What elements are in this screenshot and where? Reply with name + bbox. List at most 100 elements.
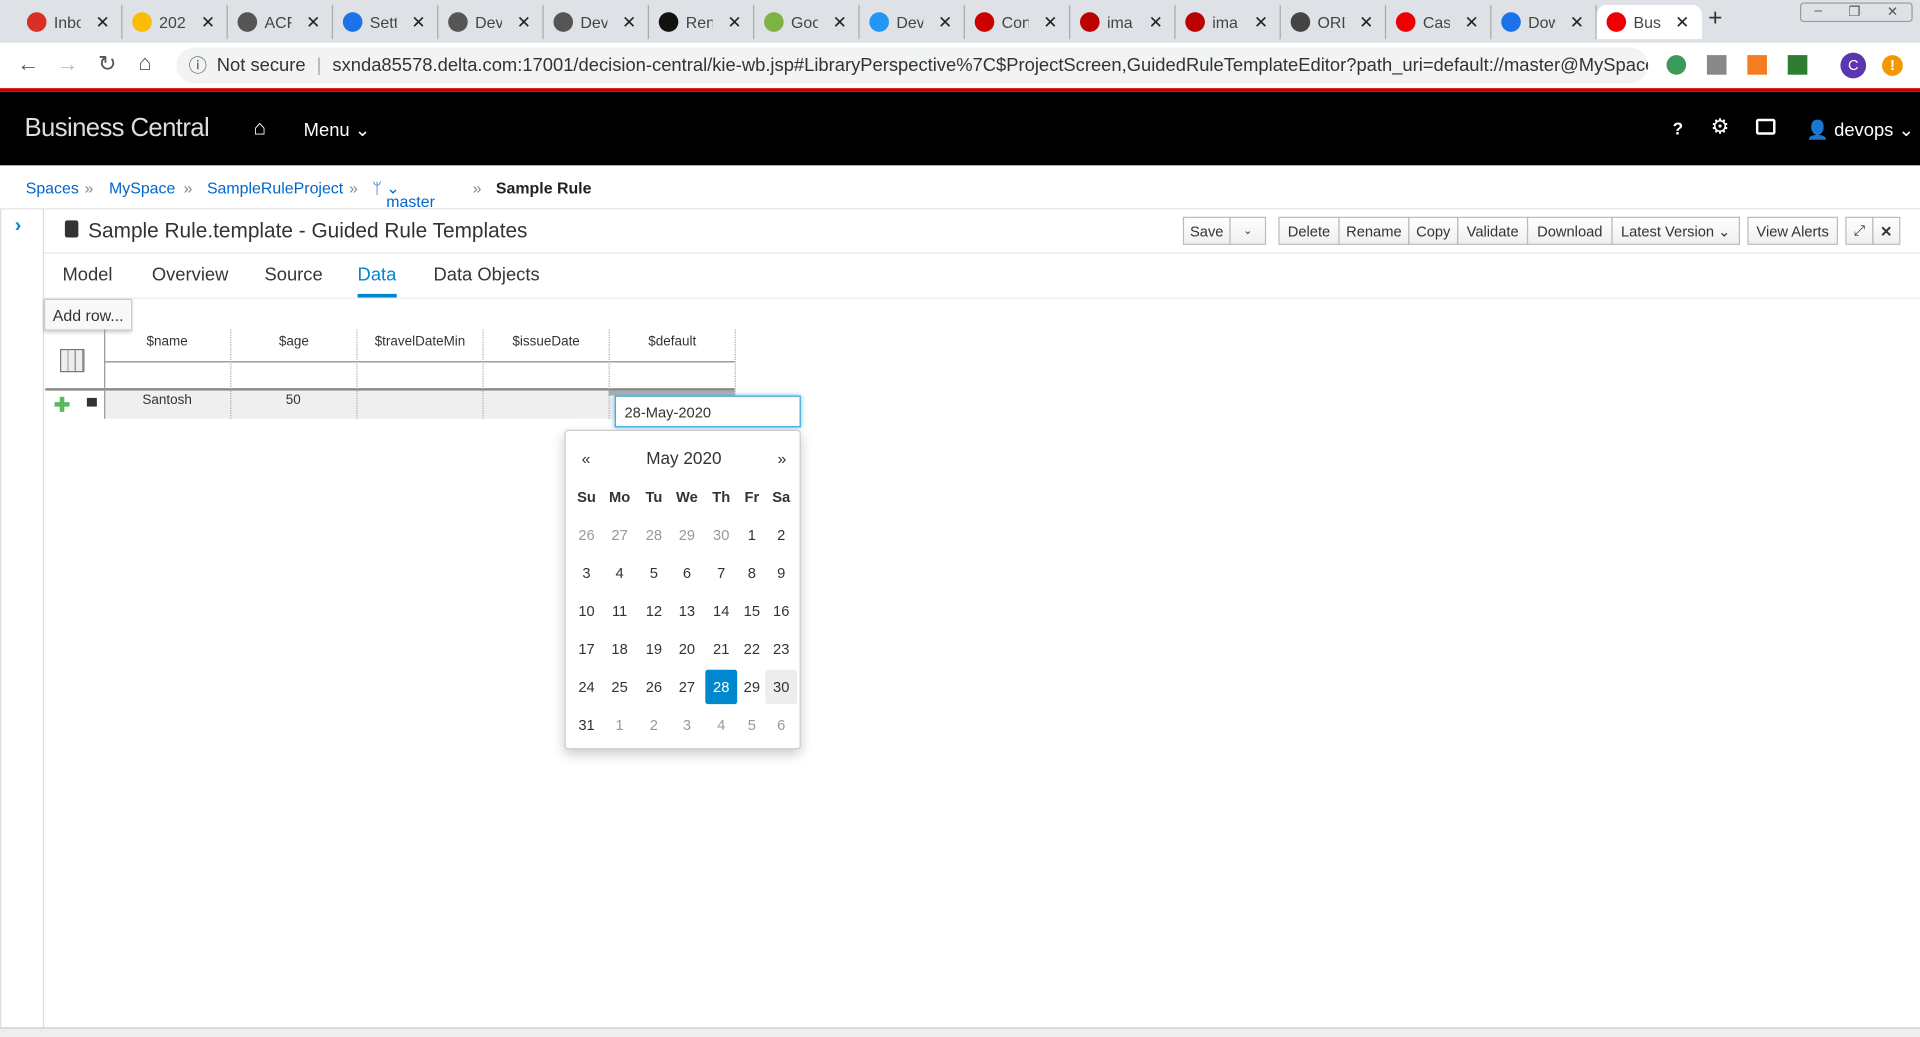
calendar-day[interactable]: 9 bbox=[765, 556, 797, 590]
calendar-day[interactable]: 13 bbox=[671, 594, 703, 628]
settings-gear-icon[interactable]: ⚙ bbox=[1711, 115, 1730, 139]
copy-button[interactable]: Copy bbox=[1408, 216, 1459, 245]
view-alerts-button[interactable]: View Alerts bbox=[1747, 216, 1838, 245]
calendar-day[interactable]: 19 bbox=[638, 632, 670, 666]
close-editor-icon[interactable]: ✕ bbox=[1872, 216, 1901, 245]
profile-avatar[interactable]: C bbox=[1840, 52, 1867, 79]
calendar-day[interactable]: 2 bbox=[765, 518, 797, 552]
browser-tab[interactable]: Ren ✕ bbox=[649, 4, 755, 40]
close-tab-icon[interactable]: ✕ bbox=[622, 12, 636, 33]
tab-data[interactable]: Data bbox=[358, 264, 397, 285]
browser-tab[interactable]: 2020 ✕ bbox=[122, 4, 228, 40]
close-tab-icon[interactable]: ✕ bbox=[411, 12, 425, 33]
tab-model[interactable]: Model bbox=[62, 264, 112, 285]
calendar-day[interactable]: 20 bbox=[671, 632, 703, 666]
column-config-icon[interactable] bbox=[60, 348, 85, 373]
browser-tab[interactable]: Settings ✕ bbox=[333, 4, 439, 40]
close-tab-icon[interactable]: ✕ bbox=[306, 12, 320, 33]
close-tab-icon[interactable]: ✕ bbox=[1359, 12, 1373, 33]
browser-tab[interactable]: Dev ✕ bbox=[544, 4, 649, 40]
close-window-icon[interactable]: ✕ bbox=[1887, 4, 1898, 21]
calendar-day[interactable]: 3 bbox=[671, 708, 703, 742]
column-header[interactable]: $issueDate bbox=[482, 329, 608, 419]
calendar-day[interactable]: 22 bbox=[736, 632, 768, 666]
month-label[interactable]: May 2020 bbox=[566, 448, 802, 468]
validate-button[interactable]: Validate bbox=[1457, 216, 1529, 245]
tab-data-objects[interactable]: Data Objects bbox=[433, 264, 539, 285]
close-tab-icon[interactable]: ✕ bbox=[96, 12, 110, 33]
browser-tab[interactable]: Con ✕ bbox=[965, 4, 1071, 40]
calendar-day[interactable]: 23 bbox=[765, 632, 797, 666]
calendar-day[interactable]: 11 bbox=[604, 594, 636, 628]
close-tab-icon[interactable]: ✕ bbox=[1464, 12, 1478, 33]
date-input[interactable]: 28-May-2020 bbox=[614, 395, 801, 428]
app-logo[interactable]: Business Central bbox=[24, 114, 209, 143]
calendar-day[interactable]: 6 bbox=[671, 556, 703, 590]
calendar-day[interactable]: 30 bbox=[765, 669, 798, 705]
calendar-day[interactable]: 26 bbox=[571, 518, 603, 552]
tab-overview[interactable]: Overview bbox=[152, 264, 229, 285]
add-row-button[interactable]: Add row... bbox=[44, 298, 133, 331]
calendar-day[interactable]: 12 bbox=[638, 594, 670, 628]
calendar-day[interactable]: 29 bbox=[671, 518, 703, 552]
calendar-day[interactable]: 5 bbox=[638, 556, 670, 590]
calendar-day[interactable]: 26 bbox=[638, 670, 670, 704]
close-tab-icon[interactable]: ✕ bbox=[1254, 12, 1268, 33]
browser-tab[interactable]: Cas ✕ bbox=[1386, 4, 1492, 40]
calendar-day[interactable]: 1 bbox=[604, 708, 636, 742]
download-button[interactable]: Download bbox=[1526, 216, 1613, 245]
calendar-day[interactable]: 3 bbox=[571, 556, 603, 590]
calendar-day[interactable]: 17 bbox=[571, 632, 603, 666]
restore-icon[interactable]: ❐ bbox=[1848, 4, 1860, 21]
close-tab-icon[interactable]: ✕ bbox=[1570, 12, 1584, 33]
calendar-day[interactable]: 28 bbox=[638, 518, 670, 552]
browser-tab[interactable]: Goo ✕ bbox=[754, 4, 860, 40]
menu-dropdown[interactable]: Menu ⌄ bbox=[304, 119, 370, 141]
update-alert-icon[interactable]: ! bbox=[1882, 55, 1903, 76]
calendar-day[interactable]: 16 bbox=[765, 594, 797, 628]
calendar-day[interactable]: 27 bbox=[604, 518, 636, 552]
calendar-day[interactable]: 2 bbox=[638, 708, 670, 742]
calendar-day[interactable]: 27 bbox=[671, 670, 703, 704]
url-field[interactable]: ⓘ Not secure | sxnda85578.delta.com:1700… bbox=[176, 47, 1649, 84]
info-icon[interactable]: ⓘ bbox=[189, 53, 207, 79]
reload-icon[interactable]: ↻ bbox=[98, 51, 116, 77]
security-label[interactable]: Not secure bbox=[217, 55, 306, 76]
briefcase-icon[interactable] bbox=[1755, 118, 1776, 135]
browser-tab[interactable]: Dow ✕ bbox=[1491, 4, 1597, 40]
calendar-day[interactable]: 10 bbox=[571, 594, 603, 628]
browser-tab[interactable]: ORD ✕ bbox=[1281, 4, 1387, 40]
forward-icon[interactable]: → bbox=[56, 51, 78, 77]
calendar-day[interactable]: 7 bbox=[705, 556, 737, 590]
calendar-day[interactable]: 6 bbox=[765, 708, 797, 742]
breadcrumb-spaces[interactable]: Spaces bbox=[26, 179, 79, 197]
calendar-day[interactable]: 28 bbox=[705, 669, 738, 705]
tab-source[interactable]: Source bbox=[264, 264, 322, 285]
extension-icon[interactable] bbox=[1787, 55, 1808, 75]
branch-selector[interactable]: ᛘ master ⌄ bbox=[372, 179, 435, 211]
maximize-icon[interactable]: ⤢ bbox=[1845, 216, 1874, 245]
url-text[interactable]: sxnda85578.delta.com:17001/decision-cent… bbox=[332, 55, 1648, 76]
latest-version-dropdown[interactable]: Latest Version ⌄ bbox=[1611, 216, 1741, 245]
table-cell[interactable]: 50 bbox=[230, 393, 356, 408]
calendar-day[interactable]: 8 bbox=[736, 556, 768, 590]
browser-tab[interactable]: Dev ✕ bbox=[860, 4, 965, 40]
window-controls[interactable]: – ❐ ✕ bbox=[1800, 2, 1913, 23]
calendar-day[interactable]: 25 bbox=[604, 670, 636, 704]
close-tab-icon[interactable]: ✕ bbox=[833, 12, 847, 33]
home-icon[interactable]: ⌂ bbox=[138, 50, 151, 76]
calendar-day[interactable]: 4 bbox=[604, 556, 636, 590]
table-cell[interactable]: Santosh bbox=[104, 393, 230, 408]
calendar-day[interactable]: 14 bbox=[705, 594, 737, 628]
extension-icon[interactable] bbox=[1706, 55, 1727, 75]
save-button[interactable]: Save bbox=[1182, 216, 1231, 245]
calendar-day[interactable]: 5 bbox=[736, 708, 768, 742]
extension-globe-icon[interactable] bbox=[1666, 55, 1687, 75]
column-header[interactable]: $travelDateMin bbox=[356, 329, 482, 419]
calendar-day[interactable]: 31 bbox=[571, 708, 603, 742]
browser-tab[interactable]: Dev ✕ bbox=[438, 4, 544, 40]
calendar-day[interactable]: 1 bbox=[736, 518, 768, 552]
browser-tab[interactable]: ima ✕ bbox=[1176, 4, 1281, 40]
browser-tab[interactable]: ACF ✕ bbox=[228, 4, 334, 40]
extension-icon[interactable] bbox=[1747, 55, 1767, 75]
